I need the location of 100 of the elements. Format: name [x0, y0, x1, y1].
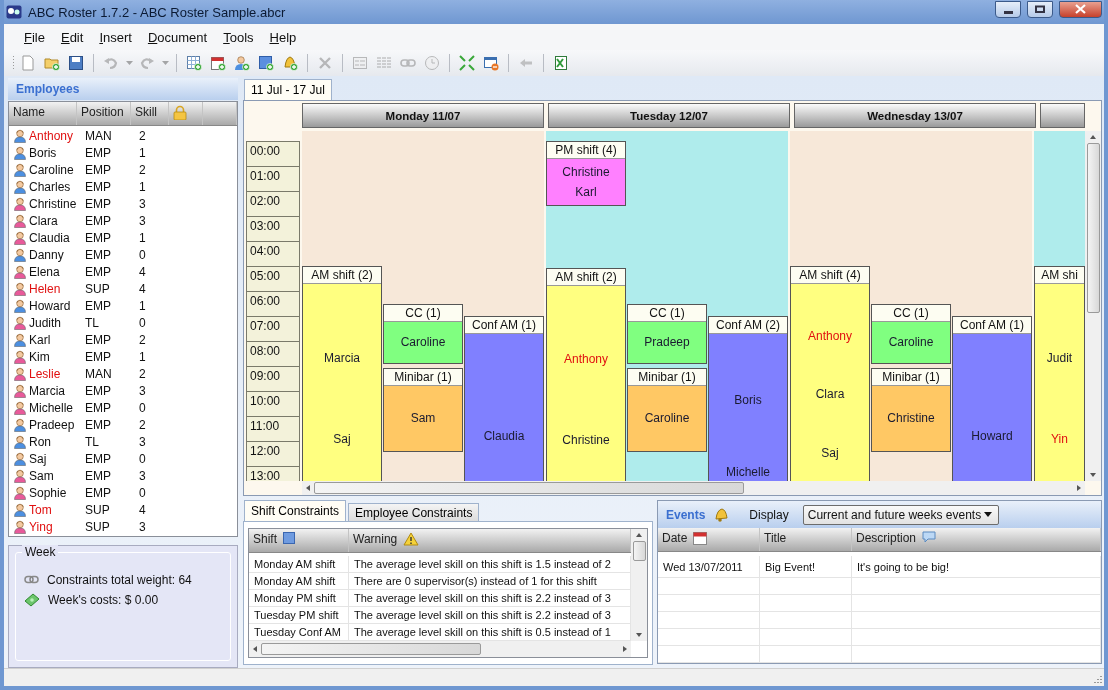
shift-title: CC (1) — [384, 304, 462, 322]
table-cell: 0 — [139, 316, 146, 331]
table-cell: 3 — [139, 384, 146, 399]
table-cell: 2 — [139, 333, 146, 348]
week-costs: Week's costs: $ 0.00 — [48, 592, 159, 607]
column-header[interactable]: Title — [760, 528, 852, 551]
shift-title: Conf AM (1) — [953, 317, 1031, 334]
table-cell: SUP — [85, 520, 110, 535]
table-cell: TL — [85, 435, 99, 450]
hour-label: 00:00 — [246, 141, 300, 166]
staff-name: Christine — [562, 432, 610, 447]
table-cell: 3 — [139, 214, 146, 229]
table-cell: 4 — [139, 265, 146, 280]
shift-block[interactable]: CC (1) Caroline — [383, 303, 463, 364]
table-cell: 2 — [139, 418, 146, 433]
table-cell: 3 — [139, 197, 146, 212]
column-header[interactable]: Skill — [131, 101, 169, 125]
shift-block[interactable]: AM shi Judit Yin — [1034, 266, 1085, 481]
table-cell: 2 — [139, 129, 146, 144]
constraints-tab[interactable]: Employee Constraints — [348, 503, 480, 521]
table-cell: 0 — [139, 486, 146, 501]
table-cell: 3 — [139, 469, 146, 484]
employee-name: Anthony — [29, 129, 74, 144]
constraints-tab[interactable]: Shift Constraints — [244, 500, 347, 521]
staff-name: Clara — [815, 387, 845, 402]
shift-block[interactable]: Minibar (1) Christine — [871, 368, 951, 452]
table-cell: Tuesday Conf AM — [249, 624, 349, 640]
column-header[interactable]: Description — [852, 528, 1101, 551]
shift-block[interactable]: AM shift (2) Anthony Christine — [546, 268, 626, 481]
staff-name: Yin — [1051, 432, 1068, 446]
staff-name: Sam — [410, 411, 436, 426]
table-cell: 0 — [139, 452, 146, 467]
employee-name: Helen — [29, 282, 61, 297]
staff-name: Saj — [821, 446, 839, 461]
hour-label: 11:00 — [246, 416, 300, 441]
staff-name: Anthony — [563, 352, 608, 367]
table-cell: SUP — [85, 503, 110, 518]
table-cell: EMP — [85, 401, 111, 416]
shift-title: Conf AM (1) — [465, 317, 543, 334]
table-cell: EMP — [85, 384, 111, 399]
shift-block[interactable]: AM shift (4) Anthony Clara Saj — [790, 266, 870, 481]
employee-name: Saj — [29, 452, 47, 467]
week-tab[interactable]: 11 Jul - 17 Jul — [244, 79, 332, 100]
menu-item[interactable]: Document — [139, 26, 216, 48]
column-header[interactable]: Name — [9, 101, 77, 125]
shift-block[interactable]: PM shift (4) Christine Karl — [546, 141, 626, 206]
column-header[interactable]: Position — [77, 101, 131, 125]
column-header[interactable]: Date — [658, 528, 760, 551]
table-cell: TL — [85, 316, 99, 331]
menu-item[interactable]: Help — [261, 26, 305, 48]
staff-name: Anthony — [807, 328, 852, 343]
table-cell: Tuesday PM shift — [249, 607, 349, 623]
staff-name: Caroline — [888, 335, 934, 350]
employee-name: Pradeep — [29, 418, 75, 433]
shift-block[interactable]: Conf AM (2) Boris Michelle — [708, 316, 788, 481]
menu-item[interactable]: Tools — [215, 26, 262, 48]
staff-name: Caroline — [400, 335, 446, 350]
shift-title: AM shift (2) — [547, 269, 625, 286]
employee-name: Leslie — [29, 367, 61, 382]
employee-name: Sam — [29, 469, 54, 484]
display-select[interactable]: Current and future weeks events — [802, 504, 999, 525]
menu-item[interactable]: Edit — [52, 26, 92, 48]
table-cell: 4 — [139, 503, 146, 518]
shift-title: Conf AM (2) — [709, 317, 787, 334]
shift-title: AM shi — [1035, 267, 1084, 284]
table-cell: 2 — [139, 367, 146, 382]
employee-name: Karl — [29, 333, 51, 348]
table-cell: 0 — [139, 248, 146, 263]
table-cell: SUP — [85, 282, 110, 297]
table-cell: EMP — [85, 265, 111, 280]
employee-name: Danny — [29, 248, 64, 263]
table-cell: 3 — [139, 520, 146, 535]
shift-block[interactable]: CC (1) Caroline — [871, 303, 951, 364]
menu-item[interactable]: File — [16, 26, 53, 48]
shift-block[interactable]: Minibar (1) Caroline — [627, 368, 707, 452]
table-cell: EMP — [85, 333, 111, 348]
hour-label: 08:00 — [246, 341, 300, 366]
hour-label: 09:00 — [246, 366, 300, 391]
column-header[interactable]: Shift — [249, 529, 349, 552]
constraints-weight: Constraints total weight: 64 — [47, 572, 192, 587]
shift-block[interactable]: CC (1) Pradeep — [627, 303, 707, 364]
shift-block[interactable]: Conf AM (1) Claudia — [464, 316, 544, 481]
employee-name: Claudia — [29, 231, 70, 246]
shift-block[interactable]: AM shift (2) Marcia Saj — [302, 266, 382, 481]
shift-title: PM shift (4) — [547, 142, 625, 159]
employee-name: Ron — [29, 435, 51, 450]
hour-label: 12:00 — [246, 441, 300, 466]
table-cell: MAN — [85, 129, 112, 144]
shift-block[interactable]: Conf AM (1) Howard — [952, 316, 1032, 481]
menu-item[interactable]: Insert — [91, 26, 140, 48]
table-cell: EMP — [85, 197, 111, 212]
staff-name: Pradeep — [644, 335, 690, 350]
table-cell: 3 — [139, 435, 146, 450]
staff-name: Christine — [887, 411, 935, 426]
employee-name: Clara — [29, 214, 58, 229]
shift-block[interactable]: Minibar (1) Sam — [383, 368, 463, 452]
table-cell: EMP — [85, 180, 111, 195]
day-header: Wednesday 13/07 — [794, 103, 1036, 128]
employee-name: Sophie — [29, 486, 67, 501]
table-cell: EMP — [85, 231, 111, 246]
